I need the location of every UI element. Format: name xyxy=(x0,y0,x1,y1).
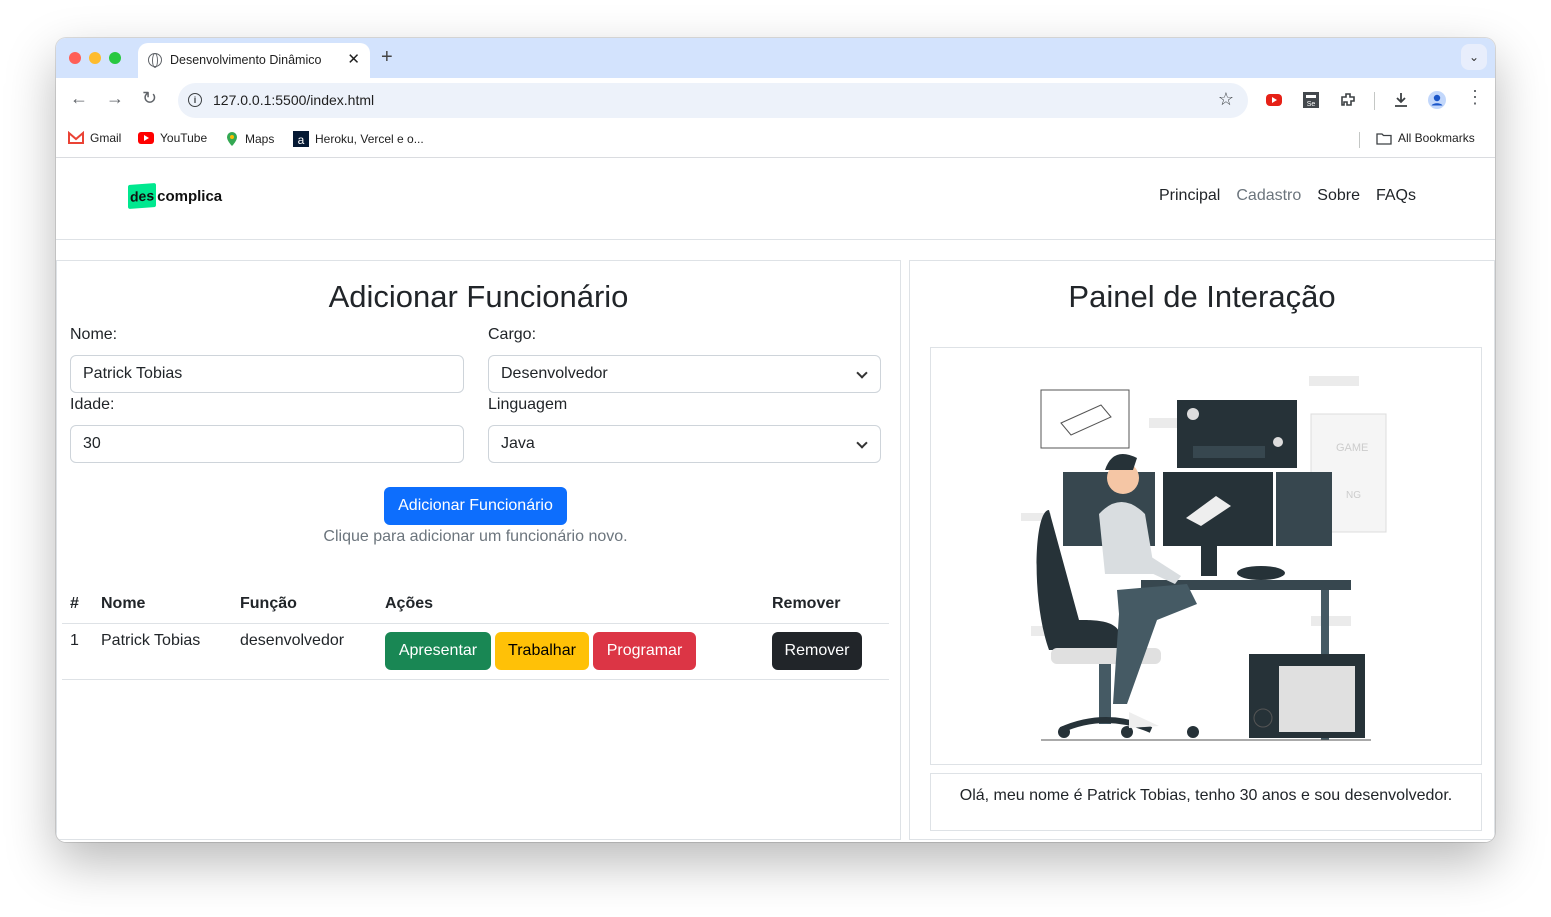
add-employee-button[interactable]: Adicionar Funcionário xyxy=(384,487,567,525)
col-header-name: Nome xyxy=(93,586,232,624)
remove-button[interactable]: Remover xyxy=(772,631,862,670)
employee-table: # Nome Função Ações Remover 1 Patrick To… xyxy=(62,586,889,680)
interaction-message-box: Olá, meu nome é Patrick Tobias, tenho 30… xyxy=(930,773,1482,831)
toolbar-divider xyxy=(1374,92,1375,110)
col-header-function: Função xyxy=(232,586,377,624)
bookmark-label: Maps xyxy=(245,132,275,146)
illustration-ng-text: NG xyxy=(1346,490,1361,501)
all-bookmarks-label: All Bookmarks xyxy=(1398,131,1475,145)
col-header-actions: Ações xyxy=(377,586,764,624)
browser-toolbar: ← → ↻ i 127.0.0.1:5500/index.html ☆ Se ⋮ xyxy=(56,78,1495,122)
cell-remove: Remover xyxy=(764,623,889,680)
cell-name: Patrick Tobias xyxy=(93,623,232,680)
logo-complica: complica xyxy=(157,187,223,205)
role-select-value: Desenvolvedor xyxy=(501,365,608,382)
folder-icon xyxy=(1376,132,1392,145)
cell-index: 1 xyxy=(62,623,93,680)
program-button[interactable]: Programar xyxy=(593,631,696,670)
gmail-icon xyxy=(68,131,84,144)
url-text: 127.0.0.1:5500/index.html xyxy=(213,92,375,108)
globe-icon xyxy=(148,53,162,68)
name-label: Nome: xyxy=(70,326,118,343)
maximize-window-button[interactable] xyxy=(109,52,121,64)
nav-link-sobre[interactable]: Sobre xyxy=(1317,187,1360,205)
panel-title: Painel de Interação xyxy=(1068,279,1336,314)
language-select[interactable]: Java xyxy=(488,425,881,463)
nav-links: Principal Cadastro Sobre FAQs xyxy=(1159,187,1416,205)
add-hint-text: Clique para adicionar um funcionário nov… xyxy=(323,528,628,545)
address-bar[interactable]: i 127.0.0.1:5500/index.html ☆ xyxy=(178,83,1248,118)
selenium-extension-icon[interactable]: Se xyxy=(1301,90,1321,110)
tab-search-button[interactable]: ⌄ xyxy=(1461,44,1487,70)
work-button[interactable]: Trabalhar xyxy=(495,631,589,670)
web-page: des complica Principal Cadastro Sobre FA… xyxy=(56,159,1495,842)
col-header-index: # xyxy=(62,586,93,624)
browser-tab[interactable]: Desenvolvimento Dinâmico ✕ xyxy=(138,43,370,78)
bookmark-youtube[interactable]: YouTube xyxy=(138,131,207,145)
bookmark-label: Heroku, Vercel e o... xyxy=(315,132,424,146)
employee-form-card: Adicionar Funcionário Nome: Patrick Tobi… xyxy=(56,260,901,840)
panel-image-frame: GAME NG xyxy=(930,347,1482,765)
chevron-down-icon xyxy=(856,367,868,379)
role-select[interactable]: Desenvolvedor xyxy=(488,355,881,393)
chevron-down-icon xyxy=(856,437,868,449)
nav-link-faqs[interactable]: FAQs xyxy=(1376,187,1416,205)
bookmark-maps[interactable]: Maps xyxy=(225,131,274,147)
all-bookmarks-folder[interactable]: All Bookmarks xyxy=(1376,131,1475,145)
svg-text:a: a xyxy=(298,133,305,147)
bookmarks-bar: Gmail YouTube Maps a Heroku, Vercel e o.… xyxy=(56,122,1495,158)
logo-des: des xyxy=(128,183,157,209)
close-tab-icon[interactable]: ✕ xyxy=(347,50,360,68)
descomplica-logo[interactable]: des complica xyxy=(128,183,223,209)
minimize-window-button[interactable] xyxy=(89,52,101,64)
present-button[interactable]: Apresentar xyxy=(385,631,491,670)
profile-avatar-icon[interactable] xyxy=(1427,90,1447,110)
back-icon[interactable]: ← xyxy=(70,88,88,109)
site-info-icon[interactable]: i xyxy=(188,93,202,107)
browser-window: Desenvolvimento Dinâmico ✕ + ⌄ ← → ↻ i 1… xyxy=(56,38,1495,842)
close-window-button[interactable] xyxy=(69,52,81,64)
svg-text:Se: Se xyxy=(1307,101,1316,108)
bookmarks-divider xyxy=(1359,132,1360,148)
new-tab-button[interactable]: + xyxy=(381,46,393,69)
extensions-icon[interactable] xyxy=(1338,90,1358,110)
youtube-icon xyxy=(138,132,154,144)
site-navbar: des complica Principal Cadastro Sobre FA… xyxy=(56,159,1495,240)
table-row: 1 Patrick Tobias desenvolvedor Apresenta… xyxy=(62,623,889,680)
bookmark-gmail[interactable]: Gmail xyxy=(68,131,121,145)
youtube-extension-icon[interactable] xyxy=(1264,90,1284,110)
age-input[interactable]: 30 xyxy=(70,425,464,463)
download-icon[interactable] xyxy=(1391,90,1411,110)
nav-link-principal[interactable]: Principal xyxy=(1159,187,1220,205)
role-label: Cargo: xyxy=(488,326,537,343)
col-header-remove: Remover xyxy=(764,586,889,624)
nav-link-cadastro[interactable]: Cadastro xyxy=(1236,187,1301,205)
name-input[interactable]: Patrick Tobias xyxy=(70,355,464,393)
developer-illustration: GAME NG xyxy=(1021,376,1387,741)
interaction-message: Olá, meu nome é Patrick Tobias, tenho 30… xyxy=(959,787,1453,804)
bookmark-label: YouTube xyxy=(160,131,208,145)
language-label: Linguagem xyxy=(488,396,568,413)
reload-icon[interactable]: ↻ xyxy=(142,88,157,109)
table-header-row: # Nome Função Ações Remover xyxy=(62,586,889,624)
forward-icon[interactable]: → xyxy=(106,88,124,109)
form-title: Adicionar Funcionário xyxy=(328,279,629,314)
tab-title: Desenvolvimento Dinâmico xyxy=(170,53,322,67)
illustration-game-text: GAME xyxy=(1336,442,1368,454)
cell-function: desenvolvedor xyxy=(232,623,377,680)
maps-pin-icon xyxy=(227,132,237,146)
bookmark-star-icon[interactable]: ☆ xyxy=(1218,89,1234,110)
bookmark-label: Gmail xyxy=(90,131,122,145)
bookmark-heroku[interactable]: a Heroku, Vercel e o... xyxy=(293,131,424,147)
tab-strip: Desenvolvimento Dinâmico ✕ + ⌄ xyxy=(56,38,1495,78)
age-label: Idade: xyxy=(70,396,115,413)
cell-actions: Apresentar Trabalhar Programar xyxy=(377,623,764,680)
menu-kebab-icon[interactable]: ⋮ xyxy=(1466,87,1484,108)
language-select-value: Java xyxy=(501,435,535,452)
alura-icon: a xyxy=(293,131,309,147)
interaction-panel-card: Painel de Interação GAME NG Olá, meu nom… xyxy=(909,260,1495,840)
